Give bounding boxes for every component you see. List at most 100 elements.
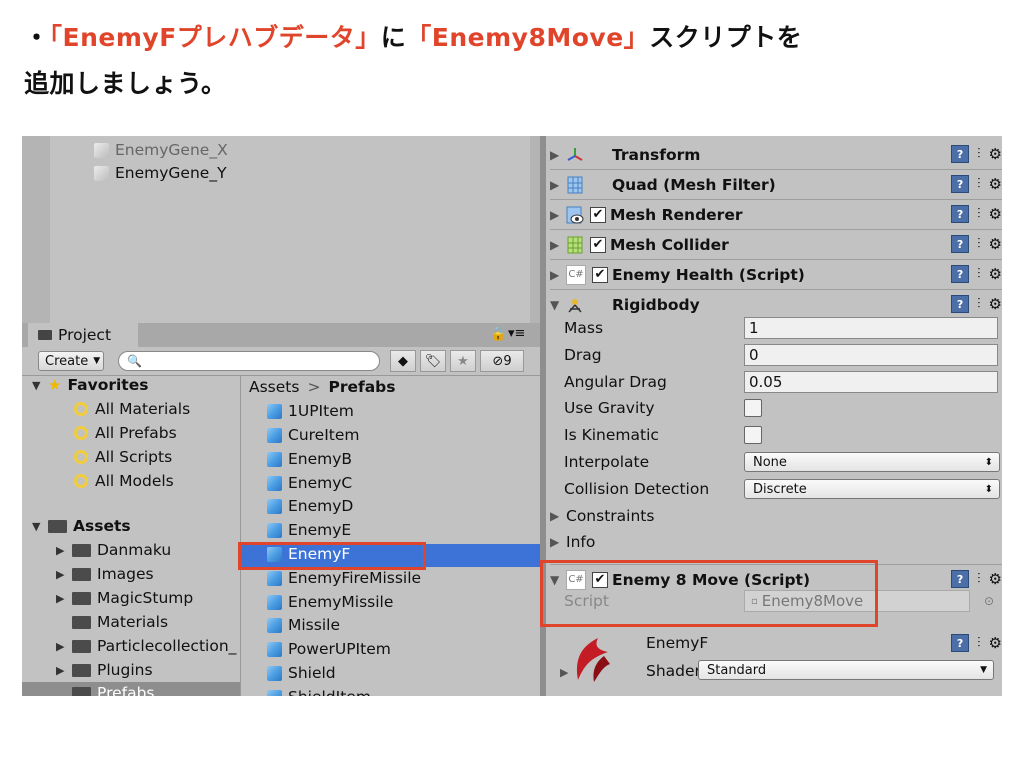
is-kinematic-checkbox[interactable] [744, 426, 762, 444]
hidden-toggle-button[interactable]: ⊘ 9 [480, 350, 524, 372]
help-book-icon[interactable]: ? [951, 570, 970, 588]
component-header-mesh-collider[interactable]: ▶ ✔ Mesh Collider ? ⫶ ⚙ [550, 230, 1002, 260]
gear-icon[interactable]: ⚙ [989, 295, 1002, 313]
gear-icon[interactable]: ⚙ [989, 265, 1002, 283]
create-button[interactable]: Create ▼ [38, 351, 104, 371]
hidden-count: 9 [503, 353, 512, 369]
favorite-item[interactable]: All Scripts [74, 448, 172, 466]
favorite-item[interactable]: All Materials [74, 400, 190, 418]
help-book-icon[interactable]: ? [951, 235, 970, 253]
list-item[interactable]: Missile [267, 616, 340, 634]
object-picker-icon[interactable]: ⊙ [984, 594, 994, 608]
gear-icon[interactable]: ⚙ [989, 145, 1002, 163]
component-header-enemy-health[interactable]: ▶ C# ✔ Enemy Health (Script) ? ⫶ ⚙ [550, 260, 1002, 290]
collapsed-triangle-icon: ▶ [550, 535, 560, 549]
enabled-checkbox[interactable]: ✔ [592, 266, 608, 283]
folder-label: Images [97, 565, 154, 583]
help-book-icon[interactable]: ? [951, 145, 970, 163]
preset-icon[interactable]: ⫶ [977, 236, 981, 252]
collision-detection-select[interactable]: Discrete ⬍ [744, 479, 1000, 499]
use-gravity-checkbox[interactable] [744, 399, 762, 417]
folder-item[interactable]: ▶ Danmaku [56, 541, 171, 559]
search-input[interactable]: 🔍 [118, 351, 380, 371]
list-item[interactable]: EnemyD [267, 497, 353, 515]
prefab-icon [267, 522, 282, 538]
folder-item[interactable]: Materials [72, 613, 168, 631]
favorite-item[interactable]: All Models [74, 472, 174, 490]
eye-slash-icon: ⊘ [492, 353, 504, 369]
preset-icon[interactable]: ⫶ [977, 206, 981, 222]
tab-project[interactable]: Project [28, 323, 138, 347]
list-item[interactable]: Shield [267, 664, 336, 682]
collapsed-triangle-icon: ▶ [550, 237, 560, 252]
mass-field[interactable]: 1 [744, 317, 998, 339]
gear-icon[interactable]: ⚙ [989, 570, 1002, 588]
enabled-checkbox[interactable]: ✔ [590, 206, 606, 223]
hierarchy-item[interactable]: EnemyGene_Y [94, 164, 227, 182]
enabled-checkbox[interactable]: ✔ [590, 236, 606, 253]
preset-icon[interactable]: ⫶ [977, 146, 981, 162]
favorite-item[interactable]: All Prefabs [74, 424, 177, 442]
collapsed-triangle-icon[interactable]: ▶ [560, 666, 568, 679]
folder-item[interactable]: ▶ Images [56, 565, 154, 583]
angular-drag-field[interactable]: 0.05 [744, 371, 998, 393]
preset-icon[interactable]: ⫶ [977, 635, 981, 651]
favorites-header[interactable]: ▼ ★ Favorites [32, 376, 148, 394]
hierarchy-item[interactable]: EnemyGene_X [94, 141, 228, 159]
preset-icon[interactable]: ⫶ [977, 571, 981, 587]
material-preview-icon[interactable] [568, 636, 612, 684]
component-name: Rigidbody [612, 295, 700, 314]
property-is-kinematic: Is Kinematic [564, 422, 996, 448]
breadcrumb-root[interactable]: Assets [249, 378, 299, 396]
component-header-transform[interactable]: ▶ Transform ? ⫶ ⚙ [550, 140, 1002, 170]
list-item[interactable]: CureItem [267, 426, 360, 444]
material-section: ▶ EnemyF Shader Standard ▼ ? ⫶ ⚙ [550, 628, 1002, 696]
list-item-label: CureItem [288, 426, 360, 444]
filter-by-label-button[interactable]: 🏷 [420, 350, 446, 372]
gear-icon[interactable]: ⚙ [989, 175, 1002, 193]
list-item[interactable]: EnemyFireMissile [267, 569, 421, 587]
gear-icon[interactable]: ⚙ [989, 205, 1002, 223]
folder-item[interactable]: ▶ Particlecollection_ [56, 637, 236, 655]
list-item[interactable]: EnemyC [267, 474, 352, 492]
help-book-icon[interactable]: ? [951, 265, 970, 283]
star-icon: ★ [48, 376, 62, 394]
constraints-foldout[interactable]: ▶ Constraints [550, 503, 982, 529]
breadcrumb-current[interactable]: Prefabs [328, 378, 395, 396]
preset-icon[interactable]: ⫶ [977, 296, 981, 312]
favorites-button[interactable]: ★ [450, 350, 476, 372]
help-book-icon[interactable]: ? [951, 295, 970, 313]
folder-item-selected[interactable]: Prefabs [72, 684, 155, 696]
list-item-label: EnemyFireMissile [288, 569, 422, 587]
folder-item[interactable]: ▶ MagicStump [56, 589, 193, 607]
list-item[interactable]: EnemyMissile [267, 593, 393, 611]
lock-icon[interactable]: 🔒 [490, 327, 506, 342]
list-item[interactable]: EnemyB [267, 450, 352, 468]
drag-field[interactable]: 0 [744, 344, 998, 366]
list-item[interactable]: 1UPItem [267, 402, 354, 420]
list-item[interactable]: ShieldItem [267, 688, 371, 696]
saved-search-icon [74, 402, 88, 416]
preset-icon[interactable]: ⫶ [977, 266, 981, 282]
collapsed-triangle-icon: ▶ [550, 509, 560, 523]
help-book-icon[interactable]: ? [951, 175, 970, 193]
component-header-mesh-filter[interactable]: ▶ Quad (Mesh Filter) ? ⫶ ⚙ [550, 170, 1002, 200]
help-book-icon[interactable]: ? [951, 205, 970, 223]
shader-label: Shader [646, 662, 701, 680]
component-header-mesh-renderer[interactable]: ▶ ✔ Mesh Renderer ? ⫶ ⚙ [550, 200, 1002, 230]
help-book-icon[interactable]: ? [951, 634, 970, 652]
folder-item[interactable]: ▶ Plugins [56, 661, 153, 679]
assets-header[interactable]: ▼ Assets [32, 517, 131, 535]
gear-icon[interactable]: ⚙ [989, 235, 1002, 253]
list-item[interactable]: PowerUPItem [267, 640, 391, 658]
mesh-renderer-icon [566, 206, 584, 224]
interpolate-select[interactable]: None ⬍ [744, 452, 1000, 472]
gear-icon[interactable]: ⚙ [989, 634, 1002, 652]
shader-select[interactable]: Standard ▼ [698, 660, 994, 680]
preset-icon[interactable]: ⫶ [977, 176, 981, 192]
list-item[interactable]: EnemyE [267, 521, 351, 539]
filter-by-type-button[interactable]: ◆ [390, 350, 416, 372]
panel-menu-icon[interactable]: ▾≡ [508, 326, 525, 341]
hierarchy-scrollbar[interactable] [530, 136, 540, 323]
info-foldout[interactable]: ▶ Info [550, 529, 982, 555]
